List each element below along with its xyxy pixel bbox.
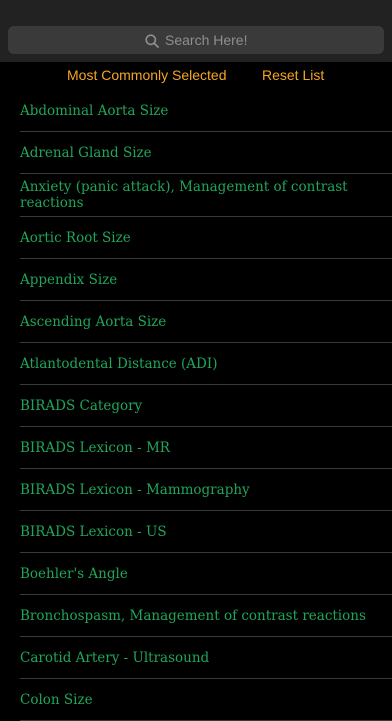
search-bar bbox=[0, 0, 392, 62]
list-item-label: BIRADS Lexicon - US bbox=[20, 523, 167, 540]
list-item-label: Aortic Root Size bbox=[20, 229, 131, 246]
list-item-label: BIRADS Category bbox=[20, 397, 143, 414]
list-item[interactable]: Ascending Aorta Size bbox=[20, 301, 392, 343]
list-item[interactable]: Colon Size bbox=[20, 679, 392, 721]
list-item[interactable]: Atlantodental Distance (ADI) bbox=[20, 343, 392, 385]
list-item-label: Ascending Aorta Size bbox=[20, 313, 167, 330]
list-item-label: BIRADS Lexicon - Mammography bbox=[20, 481, 250, 498]
list-item-label: Carotid Artery - Ultrasound bbox=[20, 649, 210, 666]
list-item[interactable]: Abdominal Aorta Size bbox=[20, 90, 392, 132]
search-icon bbox=[145, 33, 159, 48]
reset-list-button[interactable]: Reset List bbox=[262, 67, 324, 83]
list-item[interactable]: BIRADS Lexicon - US bbox=[20, 511, 392, 553]
search-field[interactable] bbox=[8, 26, 384, 54]
list-item-label: BIRADS Lexicon - MR bbox=[20, 439, 170, 456]
list-item[interactable]: Bronchospasm, Management of contrast rea… bbox=[20, 595, 392, 637]
list-item[interactable]: Adrenal Gland Size bbox=[20, 132, 392, 174]
list-item-label: Boehler's Angle bbox=[20, 565, 128, 582]
list-item-label: Anxiety (panic attack), Management of co… bbox=[20, 179, 348, 211]
list-item[interactable]: BIRADS Category bbox=[20, 385, 392, 427]
list-item-label: Abdominal Aorta Size bbox=[20, 102, 169, 119]
list-item[interactable]: Carotid Artery - Ultrasound bbox=[20, 637, 392, 679]
measurement-list: Abdominal Aorta Size Adrenal Gland Size An… bbox=[0, 90, 392, 721]
list-item[interactable]: BIRADS Lexicon - Mammography bbox=[20, 469, 392, 511]
list-item-label: Adrenal Gland Size bbox=[20, 144, 152, 161]
search-input[interactable] bbox=[165, 32, 247, 48]
list-item[interactable]: Boehler's Angle bbox=[20, 553, 392, 595]
list-item[interactable]: Anxiety (panic attack), Management of co… bbox=[20, 174, 392, 217]
list-item[interactable]: Aortic Root Size bbox=[20, 217, 392, 259]
list-item-label: Colon Size bbox=[20, 691, 93, 708]
list-item-label: Bronchospasm, Management of contrast rea… bbox=[20, 607, 366, 624]
list-item-label: Appendix Size bbox=[20, 271, 118, 288]
list-item[interactable]: BIRADS Lexicon - MR bbox=[20, 427, 392, 469]
most-commonly-selected-button[interactable]: Most Commonly Selected bbox=[67, 67, 227, 83]
list-item[interactable]: Appendix Size bbox=[20, 259, 392, 301]
list-item-label: Atlantodental Distance (ADI) bbox=[20, 355, 218, 372]
action-row: Most Commonly Selected Reset List bbox=[0, 62, 392, 90]
